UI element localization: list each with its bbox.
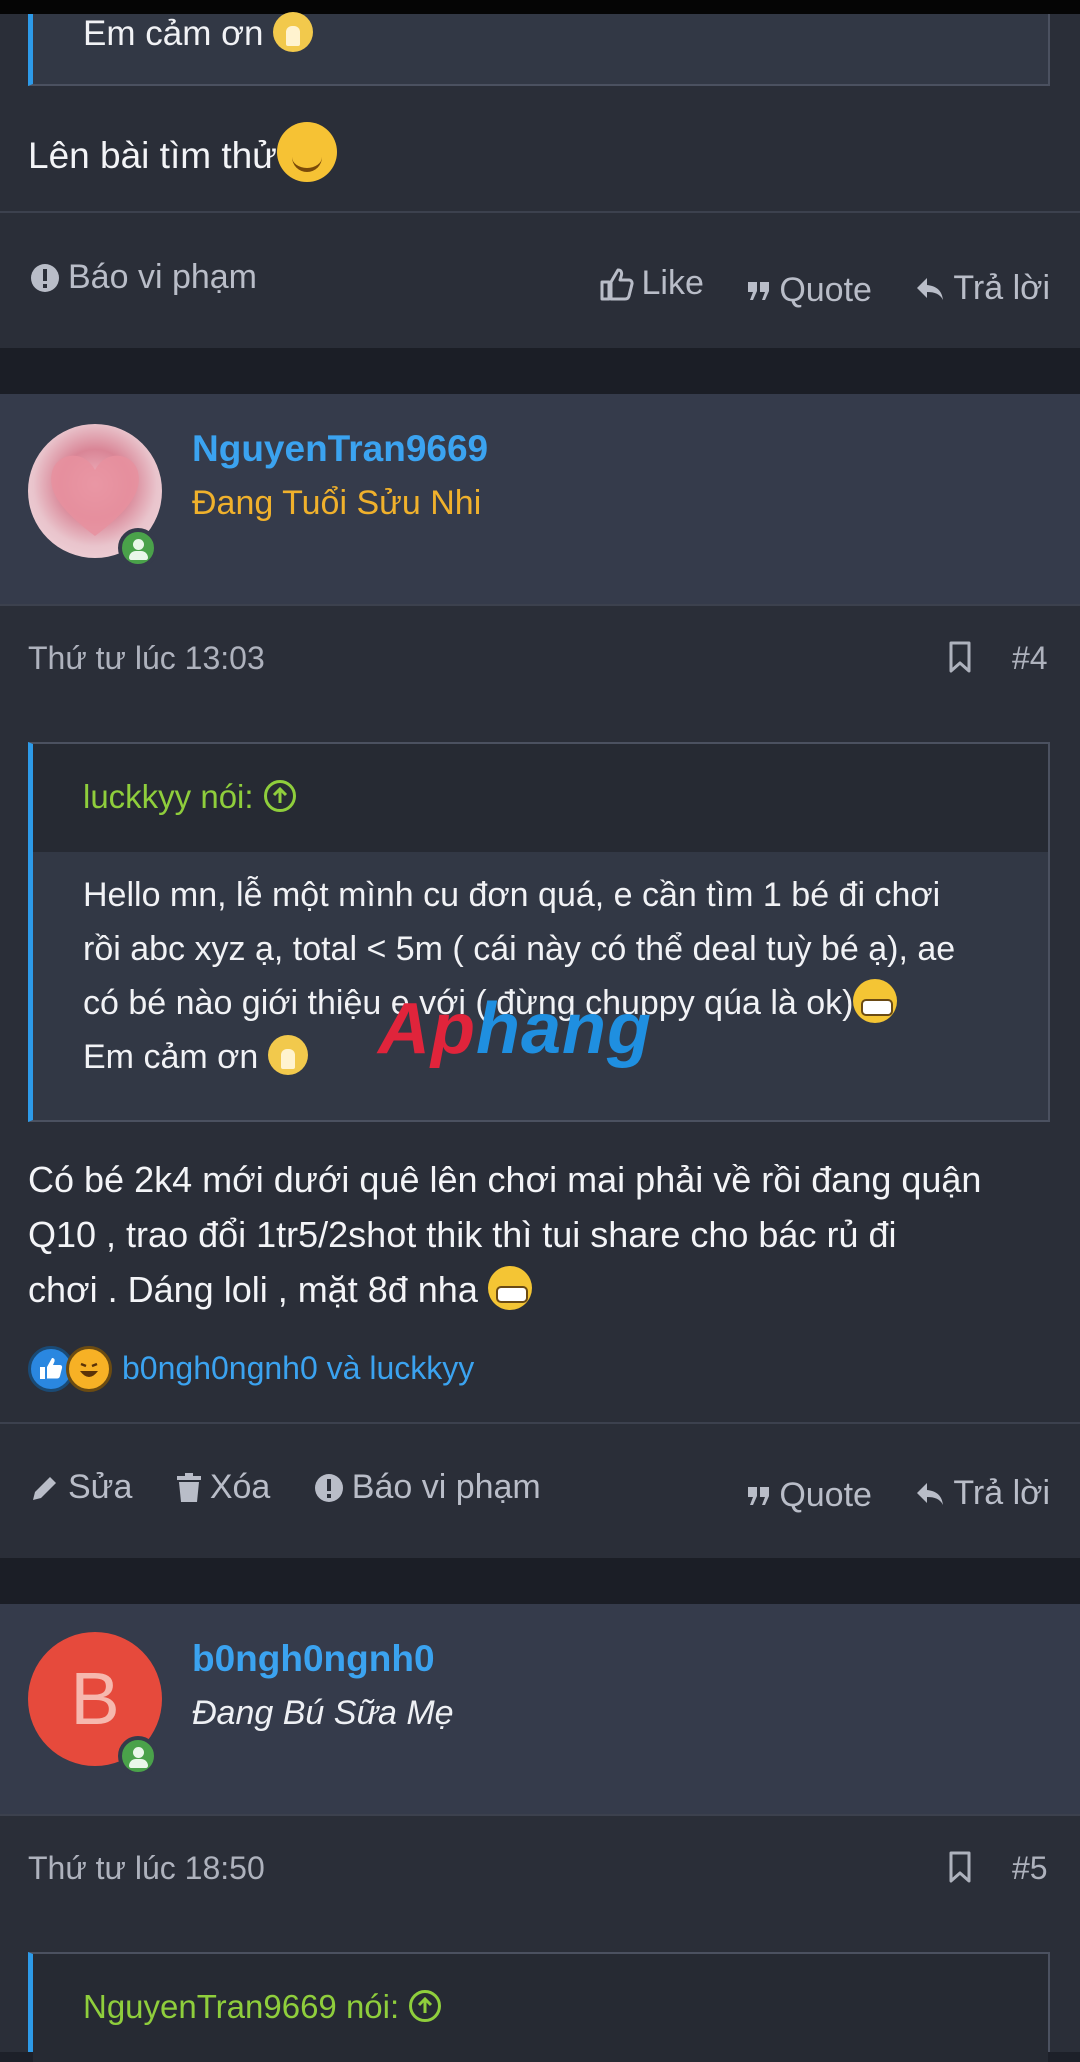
report-button[interactable]: Báo vi phạm <box>30 258 257 297</box>
post-3-body: Lên bài tìm thử <box>28 122 337 188</box>
reply-button[interactable]: Trả lời <box>915 269 1050 308</box>
online-status-icon <box>118 528 158 568</box>
divider <box>0 1422 1080 1424</box>
pencil-icon <box>33 1476 56 1500</box>
post-5-user-header <box>0 1604 1080 1816</box>
grin-emoji-icon <box>853 979 898 1024</box>
quote-body: Hello mn, lễ một mình cu đơn quá, e cần … <box>83 868 1013 1084</box>
username[interactable]: NguyenTran9669 <box>192 428 488 470</box>
quote-line: rồi abc xyz ạ, total < 5m ( cái này có t… <box>83 930 956 968</box>
post-3-actions-right: Like Quote Trả lời <box>564 264 1050 311</box>
haha-reaction-icon <box>66 1346 112 1392</box>
smile-emoji-icon <box>276 122 337 182</box>
pray-emoji-icon <box>267 1035 308 1076</box>
post-gap <box>0 348 1080 394</box>
post-4-actions-left: Sửa Xóa Báo vi phạm <box>30 1468 575 1512</box>
body-line: Q10 , trao đổi 1tr5/2shot thik thì tui s… <box>28 1214 897 1255</box>
status-bar <box>0 0 1080 14</box>
reaction-names[interactable]: b0ngh0ngnh0 và luckkyy <box>122 1350 474 1387</box>
quote-icon <box>748 1486 770 1505</box>
like-button[interactable]: Like <box>598 264 704 303</box>
quote-block: luckkyy nói: Hello mn, lễ một mình cu đơ… <box>28 742 1050 1122</box>
quote-line: Hello mn, lễ một mình cu đơn quá, e cần … <box>83 876 941 914</box>
post-4-body: Có bé 2k4 mới dưới quê lên chơi mai phải… <box>28 1152 1058 1317</box>
reply-button[interactable]: Trả lời <box>915 1474 1050 1513</box>
jump-up-icon[interactable] <box>263 780 296 813</box>
reply-icon <box>917 1482 944 1505</box>
quote-line: Em cảm ơn <box>83 1030 1013 1084</box>
quote-header: luckkyy nói: <box>33 744 1048 852</box>
post-3-quote-tail: Em cảm ơn <box>28 11 1050 86</box>
quote-text: Em cảm ơn <box>83 11 314 56</box>
edit-button[interactable]: Sửa <box>30 1468 132 1507</box>
username[interactable]: b0ngh0ngnh0 <box>192 1638 435 1680</box>
post-date[interactable]: Thứ tư lúc 13:03 <box>28 640 265 677</box>
reactions-bar[interactable]: b0ngh0ngnh0 và luckkyy <box>28 1346 628 1396</box>
post-4-actions-right: Quote Trả lời <box>713 1474 1050 1516</box>
quote-button[interactable]: Quote <box>747 271 872 310</box>
trash-icon <box>176 1472 201 1502</box>
body-line: chơi . Dáng loli , mặt 8đ nha <box>28 1262 1058 1317</box>
quote-author[interactable]: NguyenTran9669 nói: <box>83 1988 442 2026</box>
reply-icon <box>917 277 944 300</box>
post-3-actions-left: Báo vi phạm <box>30 258 291 302</box>
bookmark-icon[interactable] <box>948 1850 972 1884</box>
quote-author[interactable]: luckkyy nói: <box>83 778 296 816</box>
body-line: Có bé 2k4 mới dưới quê lên chơi mai phải… <box>28 1159 982 1200</box>
user-title: Đang Tuổi Sửu Nhi <box>192 484 482 522</box>
quote-block: NguyenTran9669 nói: <box>28 1952 1050 2062</box>
quote-icon <box>748 281 770 300</box>
quote-header: NguyenTran9669 nói: <box>33 1954 1048 2062</box>
alert-icon <box>31 263 59 292</box>
alert-icon <box>314 1473 343 1502</box>
bookmark-icon[interactable] <box>948 640 972 674</box>
quote-button[interactable]: Quote <box>747 1476 872 1515</box>
post-date[interactable]: Thứ tư lúc 18:50 <box>28 1850 265 1887</box>
divider <box>0 1814 1080 1816</box>
online-status-icon <box>118 1736 158 1776</box>
delete-button[interactable]: Xóa <box>176 1468 270 1507</box>
divider <box>0 604 1080 606</box>
post-number[interactable]: #4 <box>1012 640 1048 677</box>
pray-emoji-icon <box>273 11 314 52</box>
post-number[interactable]: #5 <box>1012 1850 1048 1887</box>
user-title: Đang Bú Sữa Mẹ <box>192 1694 454 1732</box>
divider <box>0 211 1080 213</box>
quote-line: có bé nào giới thiệu e với ( đừng chuppy… <box>83 976 1013 1030</box>
grin-emoji-icon <box>487 1266 532 1311</box>
thumbs-up-icon <box>600 268 634 300</box>
report-button[interactable]: Báo vi phạm <box>314 1468 541 1507</box>
post-4-user-header <box>0 394 1080 604</box>
post-gap <box>0 1558 1080 1604</box>
jump-up-icon[interactable] <box>409 1990 442 2023</box>
